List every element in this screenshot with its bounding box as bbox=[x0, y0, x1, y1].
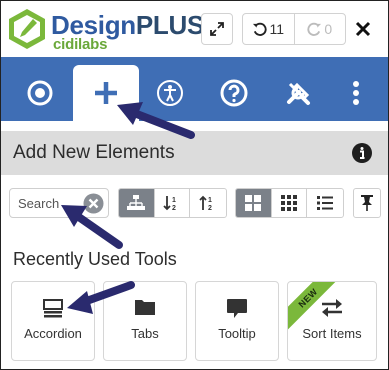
tool-card-sort-items[interactable]: NEW Sort Items bbox=[287, 281, 377, 361]
search-box bbox=[9, 188, 109, 218]
designplus-logo-icon bbox=[9, 9, 45, 49]
close-icon bbox=[355, 21, 371, 37]
nav-item-more[interactable] bbox=[331, 65, 381, 121]
sort-descending-icon: 1 2 bbox=[199, 195, 212, 212]
svg-text:1: 1 bbox=[208, 197, 212, 204]
nav-item-target[interactable] bbox=[11, 65, 69, 121]
tool-label: Sort Items bbox=[302, 326, 362, 341]
view-list-button[interactable] bbox=[307, 189, 343, 217]
view-large-grid-button[interactable] bbox=[236, 189, 272, 217]
plus-icon bbox=[95, 82, 117, 104]
section-header: Add New Elements bbox=[1, 131, 388, 175]
main-nav bbox=[1, 57, 388, 121]
undo-redo-group: 11 0 bbox=[242, 13, 346, 45]
folder-icon bbox=[135, 300, 155, 315]
tool-label: Tooltip bbox=[218, 326, 256, 341]
redo-count: 0 bbox=[324, 21, 333, 37]
logo-title-plus: PLUS bbox=[135, 10, 205, 40]
large-grid-icon bbox=[245, 195, 262, 211]
logo-title: DesignPLUS bbox=[51, 11, 204, 39]
view-button-group bbox=[235, 188, 344, 218]
svg-text:1: 1 bbox=[172, 197, 176, 204]
undo-icon bbox=[253, 22, 268, 36]
sitemap-icon bbox=[127, 195, 146, 210]
swap-arrows-icon bbox=[322, 299, 342, 317]
sort-category-button[interactable] bbox=[119, 189, 155, 217]
redo-button[interactable]: 0 bbox=[295, 14, 346, 44]
sort-button-group: 1 2 1 2 bbox=[118, 188, 227, 218]
expand-icon bbox=[210, 22, 224, 36]
tool-card-tooltip[interactable]: Tooltip bbox=[195, 281, 279, 361]
nav-item-help[interactable] bbox=[205, 65, 263, 121]
sort-ascending-button[interactable]: 1 2 bbox=[155, 189, 191, 217]
clear-search-icon[interactable] bbox=[83, 193, 104, 214]
small-grid-icon bbox=[281, 195, 297, 211]
kebab-icon bbox=[353, 81, 359, 105]
pin-icon bbox=[361, 195, 373, 211]
tool-card-accordion[interactable]: Accordion bbox=[11, 281, 95, 361]
redo-icon bbox=[307, 22, 322, 36]
sort-ascending-icon: 1 2 bbox=[163, 196, 176, 212]
expand-button[interactable] bbox=[201, 13, 233, 45]
logo-subtitle: cidilabs bbox=[53, 36, 108, 53]
view-small-grid-button[interactable] bbox=[272, 189, 308, 217]
accessibility-icon bbox=[157, 80, 183, 106]
undo-count: 11 bbox=[269, 21, 285, 37]
tool-card-tabs[interactable]: Tabs bbox=[103, 281, 187, 361]
list-icon bbox=[317, 196, 334, 210]
close-button[interactable] bbox=[349, 13, 377, 45]
tool-label: Accordion bbox=[24, 326, 82, 341]
tool-label: Tabs bbox=[131, 326, 159, 341]
speech-bubble-icon bbox=[227, 299, 247, 318]
designplus-logo: DesignPLUS cidilabs bbox=[5, 5, 204, 53]
info-icon[interactable] bbox=[351, 142, 373, 164]
target-icon bbox=[27, 80, 53, 106]
designplus-panel: DesignPLUS cidilabs 11 0 Add New Element… bbox=[0, 0, 389, 370]
nav-item-add[interactable] bbox=[73, 65, 139, 121]
header: DesignPLUS cidilabs 11 0 bbox=[1, 1, 388, 57]
section-title: Add New Elements bbox=[13, 142, 175, 163]
tools-icon bbox=[287, 82, 310, 105]
nav-item-tools[interactable] bbox=[269, 65, 327, 121]
svg-text:2: 2 bbox=[172, 205, 176, 212]
recent-tools-title: Recently Used Tools bbox=[13, 249, 177, 269]
accordion-icon bbox=[43, 299, 63, 318]
svg-text:2: 2 bbox=[208, 205, 212, 212]
pin-button[interactable] bbox=[353, 188, 381, 218]
undo-button[interactable]: 11 bbox=[243, 14, 295, 44]
search-input[interactable] bbox=[10, 189, 84, 217]
nav-item-accessibility[interactable] bbox=[141, 65, 199, 121]
sort-descending-button[interactable]: 1 2 bbox=[190, 189, 226, 217]
question-icon bbox=[220, 79, 248, 107]
